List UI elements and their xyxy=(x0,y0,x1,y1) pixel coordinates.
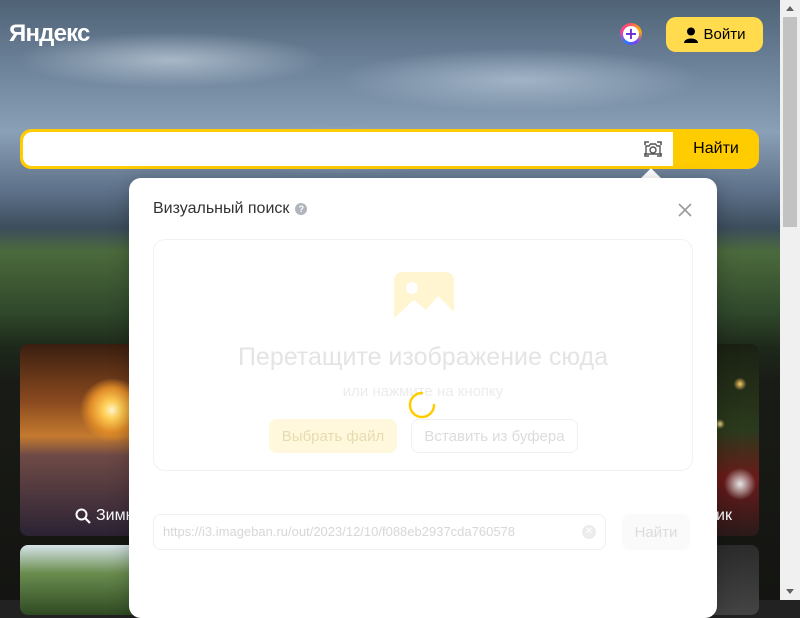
user-icon xyxy=(683,27,698,43)
search-icon xyxy=(75,508,91,524)
plus-icon[interactable] xyxy=(620,23,642,45)
search-button[interactable]: Найти xyxy=(673,129,759,169)
scroll-up-icon[interactable] xyxy=(780,0,800,17)
tile-label: ик xyxy=(716,507,732,524)
image-dropzone[interactable]: Перетащите изображение сюда или нажмите … xyxy=(153,239,693,471)
scroll-thumb[interactable] xyxy=(783,17,797,227)
search-input[interactable] xyxy=(23,132,673,166)
image-tile[interactable]: Зимн xyxy=(20,344,140,536)
page-scrollbar[interactable] xyxy=(780,0,800,600)
visual-search-popup: Визуальный поиск ? Перетащите изображени… xyxy=(129,178,717,618)
paste-from-clipboard-button[interactable]: Вставить из буфера xyxy=(411,419,578,453)
help-icon[interactable]: ? xyxy=(295,203,308,215)
yandex-logo[interactable]: Яндекс xyxy=(9,20,90,48)
image-tile[interactable] xyxy=(20,545,140,615)
scroll-down-icon[interactable] xyxy=(780,583,800,600)
search-bar: Найти xyxy=(20,129,759,169)
picture-icon xyxy=(394,272,454,324)
drop-title: Перетащите изображение сюда xyxy=(237,343,609,371)
close-icon[interactable] xyxy=(677,202,693,218)
clear-icon[interactable]: ✕ xyxy=(582,525,596,539)
loading-spinner-icon xyxy=(408,391,436,419)
url-search-button[interactable]: Найти xyxy=(622,514,690,550)
login-button[interactable]: Войти xyxy=(666,17,763,52)
popup-title: Визуальный поиск ? xyxy=(153,200,308,218)
url-value: https://i3.imageban.ru/out/2023/12/10/f0… xyxy=(163,524,516,539)
login-label: Войти xyxy=(703,26,746,43)
image-url-input[interactable]: https://i3.imageban.ru/out/2023/12/10/f0… xyxy=(153,514,606,550)
camera-icon[interactable] xyxy=(641,137,665,161)
choose-file-button[interactable]: Выбрать файл xyxy=(269,419,397,453)
tile-label: Зимн xyxy=(75,507,134,525)
